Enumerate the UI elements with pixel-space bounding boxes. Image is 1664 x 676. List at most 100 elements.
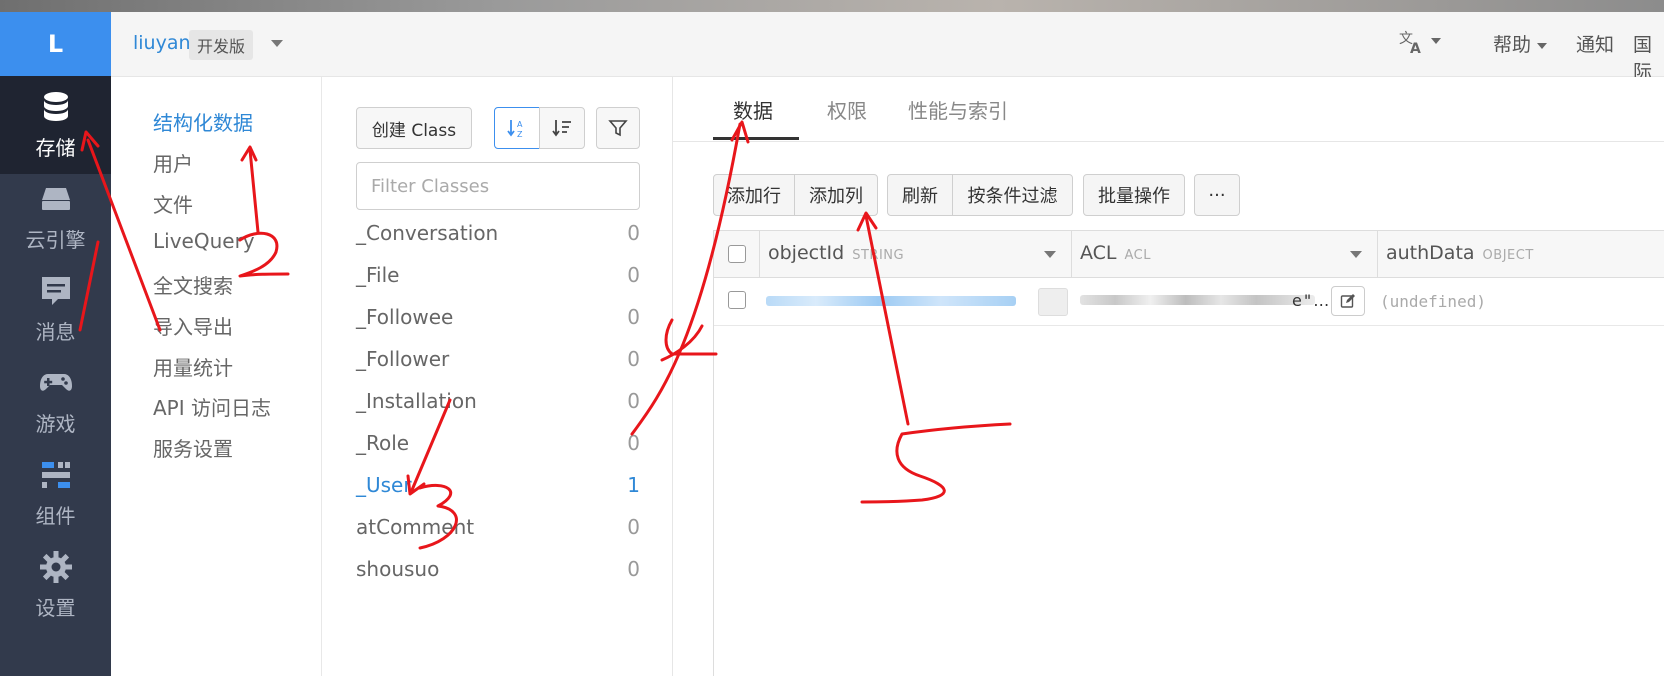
rail-item-settings[interactable]: 设置 [0, 536, 111, 634]
column-menu-caret-icon[interactable] [1044, 251, 1056, 258]
class-row-role[interactable]: _Role 0 [356, 431, 640, 471]
class-name: _File [356, 263, 400, 287]
edit-icon [1340, 294, 1355, 308]
nav-item-usage-stats[interactable]: 用量统计 [153, 352, 233, 381]
filter-classes-input[interactable] [356, 162, 640, 210]
message-icon [41, 276, 70, 305]
gear-icon [39, 550, 72, 583]
rail-item-games[interactable]: 游戏 [0, 352, 111, 450]
class-row-conversation[interactable]: _Conversation 0 [356, 221, 640, 261]
nav-item-users[interactable]: 用户 [153, 148, 193, 177]
rail-label-components: 组件 [35, 503, 76, 528]
more-options-button[interactable]: ··· [1194, 174, 1240, 216]
tab-performance-index[interactable]: 性能与索引 [908, 95, 1008, 124]
class-row-shousuo[interactable]: shousuo 0 [356, 557, 640, 597]
column-name: ACL ACL [1080, 242, 1151, 264]
tab-data[interactable]: 数据 [733, 95, 773, 124]
class-row-file[interactable]: _File 0 [356, 263, 640, 303]
left-rail: L 存储 云引擎 消息 游戏 组件 设置 [0, 12, 111, 676]
nav-item-service-settings[interactable]: 服务设置 [153, 433, 233, 462]
rail-label-messages: 消息 [35, 319, 76, 344]
class-row-atcomment[interactable]: atComment 0 [356, 515, 640, 555]
class-row-follower[interactable]: _Follower 0 [356, 347, 640, 387]
column-header-acl[interactable]: ACL ACL [1072, 231, 1378, 277]
notify-link[interactable]: 通知 [1576, 30, 1614, 57]
column-menu-caret-icon[interactable] [1350, 251, 1362, 258]
nav-item-structured-data[interactable]: 结构化数据 [153, 107, 253, 136]
app-name-link[interactable]: liuyan [133, 32, 191, 54]
conditional-filter-button[interactable]: 按条件过滤 [952, 174, 1073, 216]
rail-item-components[interactable]: 组件 [0, 444, 111, 542]
class-row-installation[interactable]: _Installation 0 [356, 389, 640, 429]
class-count: 0 [627, 263, 640, 287]
class-row-followee[interactable]: _Followee 0 [356, 305, 640, 345]
nav-item-files[interactable]: 文件 [153, 189, 193, 218]
nav-item-livequery[interactable]: LiveQuery [153, 229, 255, 253]
class-name: atComment [356, 515, 475, 539]
edit-acl-button[interactable] [1331, 286, 1365, 316]
rail-item-cloud-engine[interactable]: 云引擎 [0, 168, 111, 266]
svg-text:Z: Z [517, 130, 523, 139]
batch-operation-button[interactable]: 批量操作 [1083, 174, 1185, 216]
class-name: _Follower [356, 347, 450, 371]
header-select-cell [714, 231, 760, 277]
acl-value-redacted [1080, 295, 1315, 305]
class-name: _Conversation [356, 221, 499, 245]
class-panel: 创建 Class A Z _Conversation 0 _File 0 _Foll… [322, 77, 673, 676]
filter-toggle-button[interactable] [596, 107, 640, 149]
help-caret-icon [1537, 42, 1548, 49]
nav-item-import-export[interactable]: 导入导出 [153, 311, 233, 340]
objectid-copy-button[interactable] [1038, 288, 1068, 316]
help-menu[interactable]: 帮助 [1493, 30, 1548, 57]
sort-alpha-button[interactable]: A Z [494, 107, 540, 149]
edition-badge: 开发版 [189, 30, 254, 60]
rail-label-cloud-engine: 云引擎 [25, 227, 86, 252]
table-row[interactable]: e"… (undefined) [714, 277, 1664, 326]
add-row-button[interactable]: 添加行 [713, 174, 795, 216]
select-all-checkbox[interactable] [728, 245, 746, 263]
help-label: 帮助 [1493, 34, 1532, 56]
column-name: objectId STRING [768, 242, 905, 264]
class-name: shousuo [356, 557, 440, 581]
rail-item-messages[interactable]: 消息 [0, 260, 111, 358]
column-header-objectid[interactable]: objectId STRING [760, 231, 1072, 277]
svg-text:A: A [1410, 41, 1421, 54]
class-count: 0 [627, 557, 640, 581]
class-count: 0 [627, 347, 640, 371]
class-count: 0 [627, 221, 640, 245]
sort-count-button[interactable] [539, 107, 585, 149]
funnel-icon [608, 120, 628, 137]
class-name: _User [356, 473, 412, 497]
class-row-user[interactable]: _User 1 [356, 473, 640, 513]
database-icon [43, 91, 68, 121]
class-count: 0 [627, 389, 640, 413]
gamepad-icon [39, 373, 72, 391]
create-class-button[interactable]: 创建 Class [356, 107, 472, 149]
rail-item-storage[interactable]: 存储 [0, 76, 111, 174]
class-count: 0 [627, 305, 640, 329]
tab-permissions[interactable]: 权限 [827, 95, 867, 124]
column-header-authdata[interactable]: authData OBJECT [1378, 231, 1664, 277]
refresh-button[interactable]: 刷新 [887, 174, 953, 216]
add-column-button[interactable]: 添加列 [794, 174, 878, 216]
app-logo[interactable]: L [0, 12, 111, 76]
intl-link[interactable]: 国际 [1633, 30, 1664, 84]
language-switch[interactable]: 文 A [1399, 28, 1441, 57]
app-switch-caret-icon[interactable] [271, 40, 283, 47]
svg-text:A: A [517, 120, 523, 129]
row-select-checkbox[interactable] [728, 291, 746, 309]
class-name: _Followee [356, 305, 454, 329]
storage-nav: 结构化数据 用户 文件 LiveQuery 全文搜索 导入导出 用量统计 API… [111, 77, 322, 676]
data-grid: objectId STRING ACL ACL authData OBJECT e"… [713, 230, 1664, 676]
rail-label-games: 游戏 [35, 411, 76, 436]
objectid-value-redacted[interactable] [766, 296, 1016, 306]
nav-item-fulltext-search[interactable]: 全文搜索 [153, 270, 233, 299]
sort-alpha-icon: A Z [507, 120, 523, 139]
components-icon [41, 461, 70, 488]
acl-value-tail: e"… [1292, 291, 1332, 310]
language-caret-icon [1431, 38, 1441, 44]
top-header: liuyan 开发版 文 A 帮助 通知 国际 [111, 12, 1664, 83]
nav-item-api-log[interactable]: API 访问日志 [153, 392, 271, 421]
authdata-value: (undefined) [1380, 292, 1486, 311]
browser-top-strip [0, 0, 1664, 12]
